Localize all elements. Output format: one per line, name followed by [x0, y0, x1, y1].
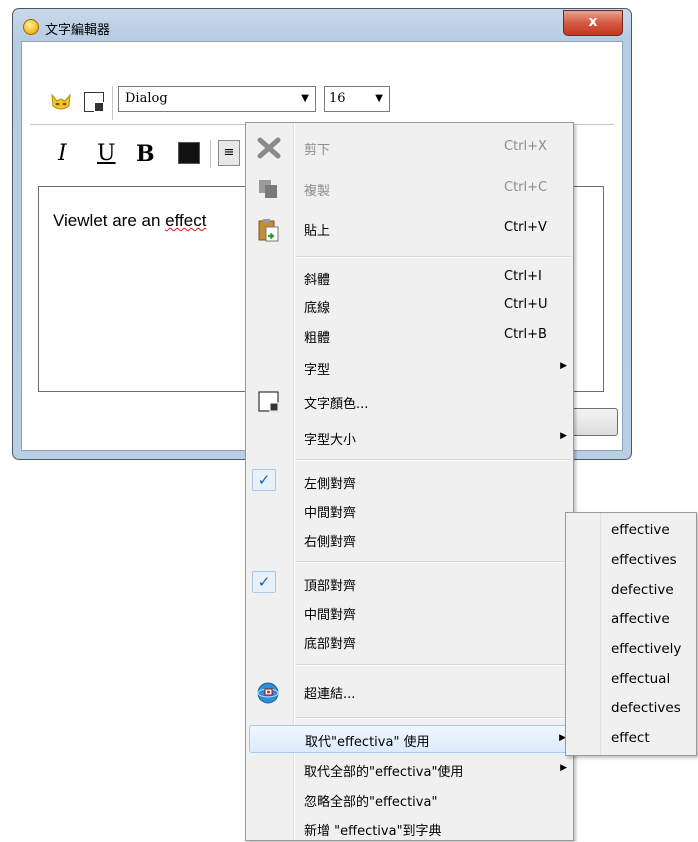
- menu-item-label: 剪下: [304, 143, 331, 158]
- menu-item-shortcut: Ctrl+U: [504, 297, 548, 312]
- editor-text: Viewlet are an: [53, 211, 166, 230]
- menu-item-label: 斜體: [304, 273, 331, 288]
- menu-item-label: 取代全部的"effectiva"使用: [304, 765, 464, 780]
- menu-item-shortcut: Ctrl+X: [504, 139, 547, 154]
- align-button[interactable]: ≡: [218, 140, 240, 166]
- menu-item-text-color[interactable]: 文字顏色...: [246, 387, 573, 415]
- suggestion-item[interactable]: effective: [611, 522, 670, 538]
- chevron-down-icon: ▼: [301, 93, 309, 104]
- color-picker-icon: [256, 391, 282, 413]
- menu-item-label: 粗體: [304, 331, 331, 346]
- close-button[interactable]: x: [563, 10, 623, 36]
- scissors-icon: [256, 137, 282, 159]
- menu-item-label: 中間對齊: [304, 608, 357, 623]
- menu-item-label: 字型: [304, 363, 331, 378]
- title-bar[interactable]: 文字編輯器 x: [13, 9, 631, 41]
- menu-item-replace-all[interactable]: 取代全部的"effectiva"使用 ▶: [246, 755, 573, 783]
- menu-gutter: [600, 513, 601, 755]
- menu-item-italic[interactable]: 斜體 Ctrl+I: [246, 263, 573, 291]
- menu-separator: [296, 256, 571, 258]
- menu-item-label: 左側對齊: [304, 477, 357, 492]
- paste-icon: [256, 218, 282, 242]
- menu-item-label: 文字顏色...: [304, 397, 369, 412]
- suggestion-item[interactable]: effectively: [611, 641, 681, 657]
- menu-item-label: 底部對齊: [304, 637, 357, 652]
- toolbar-divider: [112, 86, 113, 120]
- menu-item-copy[interactable]: 複製 Ctrl+C: [246, 174, 573, 202]
- menu-item-shortcut: Ctrl+V: [504, 220, 547, 235]
- menu-item-ignore-all[interactable]: 忽略全部的"effectiva": [246, 785, 573, 813]
- suggestion-item[interactable]: effectual: [611, 671, 670, 687]
- submenu-arrow-icon: ▶: [560, 763, 567, 773]
- menu-item-label: 底線: [304, 301, 331, 316]
- text-color-button[interactable]: [178, 142, 200, 164]
- suggestion-item[interactable]: affective: [611, 611, 670, 627]
- underline-button[interactable]: U: [97, 142, 116, 166]
- context-menu: 剪下 Ctrl+X 複製 Ctrl+C 貼上 Ctrl+V 斜體 Ctrl+I …: [245, 122, 574, 841]
- chevron-down-icon: ▼: [375, 93, 383, 104]
- menu-item-align-right[interactable]: 右側對齊: [246, 525, 573, 553]
- menu-item-align-left[interactable]: ✓ 左側對齊: [246, 467, 573, 495]
- menu-item-align-center[interactable]: 中間對齊: [246, 496, 573, 524]
- menu-item-label: 新增 "effectiva"到字典: [304, 824, 442, 839]
- menu-item-label: 字型大小: [304, 433, 357, 448]
- menu-item-align-middle[interactable]: 中間對齊: [246, 598, 573, 626]
- suggestion-item[interactable]: effectives: [611, 552, 677, 568]
- menu-item-hyperlink[interactable]: 超連結...: [246, 677, 573, 705]
- menu-item-label: 忽略全部的"effectiva": [304, 795, 438, 810]
- checkmark-icon: ✓: [252, 571, 276, 593]
- menu-item-underline[interactable]: 底線 Ctrl+U: [246, 291, 573, 319]
- font-family-value: Dialog: [125, 91, 168, 106]
- mask-icon[interactable]: [50, 92, 72, 114]
- menu-item-align-top[interactable]: ✓ 頂部對齊: [246, 569, 573, 597]
- menu-item-shortcut: Ctrl+I: [504, 269, 542, 284]
- menu-item-cut[interactable]: 剪下 Ctrl+X: [246, 133, 573, 161]
- background-color-icon[interactable]: [84, 92, 104, 112]
- menu-separator: [296, 717, 571, 719]
- bold-button[interactable]: B: [136, 142, 155, 166]
- font-family-select[interactable]: Dialog ▼: [118, 86, 316, 112]
- font-size-value: 16: [329, 91, 346, 106]
- misspelled-word[interactable]: effect: [165, 211, 206, 230]
- checkmark-icon: ✓: [252, 469, 276, 491]
- hyperlink-icon: [256, 681, 282, 704]
- menu-item-label: 頂部對齊: [304, 579, 357, 594]
- italic-button[interactable]: I: [58, 142, 67, 166]
- menu-separator: [296, 664, 571, 666]
- menu-item-label: 取代"effectiva" 使用: [305, 735, 430, 750]
- menu-item-align-bottom[interactable]: 底部對齊: [246, 627, 573, 655]
- menu-item-replace[interactable]: 取代"effectiva" 使用 ▶: [249, 725, 570, 753]
- submenu-arrow-icon: ▶: [560, 431, 567, 441]
- suggestion-item[interactable]: effect: [611, 730, 650, 746]
- editor-content: Viewlet are an effect: [53, 211, 206, 231]
- app-icon: [23, 19, 39, 35]
- menu-item-label: 複製: [304, 184, 331, 199]
- toolbar-divider: [210, 140, 211, 168]
- menu-item-add-dictionary[interactable]: 新增 "effectiva"到字典: [246, 814, 573, 842]
- menu-item-label: 中間對齊: [304, 506, 357, 521]
- suggestions-submenu: effective effectives defective affective…: [565, 512, 697, 756]
- menu-item-font[interactable]: 字型 ▶: [246, 353, 573, 381]
- menu-separator: [296, 561, 571, 563]
- menu-item-label: 右側對齊: [304, 535, 357, 550]
- menu-item-font-size[interactable]: 字型大小 ▶: [246, 423, 573, 451]
- menu-item-label: 貼上: [304, 224, 331, 239]
- suggestion-item[interactable]: defectives: [611, 700, 681, 716]
- menu-item-paste[interactable]: 貼上 Ctrl+V: [246, 214, 573, 242]
- menu-item-shortcut: Ctrl+B: [504, 327, 547, 342]
- window-title: 文字編輯器: [45, 23, 111, 38]
- font-size-select[interactable]: 16 ▼: [324, 86, 390, 112]
- menu-item-bold[interactable]: 粗體 Ctrl+B: [246, 321, 573, 349]
- menu-item-label: 超連結...: [304, 687, 356, 702]
- menu-item-shortcut: Ctrl+C: [504, 180, 548, 195]
- suggestion-item[interactable]: defective: [611, 582, 674, 598]
- submenu-arrow-icon: ▶: [560, 361, 567, 371]
- copy-icon: [256, 178, 282, 200]
- menu-separator: [296, 459, 571, 461]
- toolbar-top: Dialog ▼ 16 ▼: [22, 42, 622, 124]
